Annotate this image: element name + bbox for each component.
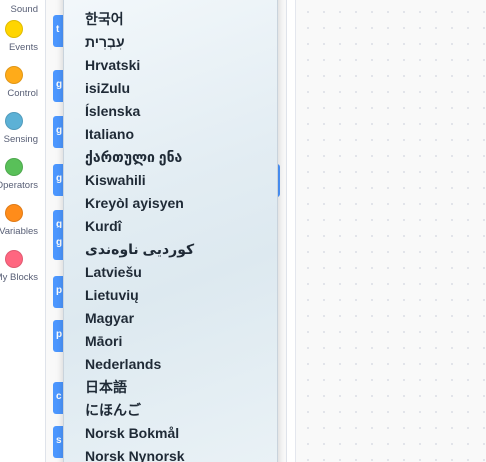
category-label: Variables	[0, 226, 38, 237]
language-option[interactable]: 日本語	[85, 376, 127, 398]
block-label: c	[56, 391, 62, 402]
category-operators[interactable]: Operators	[0, 158, 45, 204]
category-label: My Blocks	[0, 272, 38, 283]
language-option[interactable]: Kiswahili	[85, 169, 146, 191]
category-menu: Sound Events Control Sensing Operators V…	[0, 0, 46, 462]
scratch-editor: Sound Events Control Sensing Operators V…	[0, 0, 486, 462]
category-control[interactable]: Control	[0, 66, 45, 112]
block-label: p	[56, 329, 63, 340]
language-option[interactable]: Lietuvių	[85, 284, 139, 306]
block-label: g	[56, 125, 63, 136]
language-menu: 한국어 עִבְרִית Hrvatski isiZulu Íslenska I…	[63, 0, 278, 462]
category-my-blocks[interactable]: My Blocks	[0, 250, 45, 296]
language-option[interactable]: isiZulu	[85, 77, 130, 99]
variables-category-icon	[5, 204, 23, 222]
language-option[interactable]: Nederlands	[85, 353, 161, 375]
language-option[interactable]: Māori	[85, 330, 122, 352]
language-option[interactable]: עִבְרִית	[85, 31, 125, 53]
category-label: Sound	[10, 4, 38, 15]
sensing-category-icon	[5, 112, 23, 130]
language-option[interactable]: にほんご	[85, 399, 141, 421]
language-option[interactable]: Norsk Nynorsk	[85, 445, 185, 462]
operators-category-icon	[5, 158, 23, 176]
category-label: Sensing	[3, 134, 38, 145]
language-option[interactable]: Magyar	[85, 307, 134, 329]
language-option[interactable]: Kreyòl ayisyen	[85, 192, 184, 214]
language-option[interactable]: Kurdî	[85, 215, 122, 237]
block-label: s	[56, 435, 62, 446]
language-option[interactable]: Italiano	[85, 123, 134, 145]
language-option[interactable]: 한국어	[85, 8, 124, 30]
block-label: g	[56, 79, 63, 90]
language-option[interactable]: Norsk Bokmål	[85, 422, 179, 444]
language-option[interactable]: کوردیی ناوەندی	[85, 238, 194, 260]
language-option[interactable]: Latviešu	[85, 261, 142, 283]
block-label: g	[56, 173, 63, 184]
block-label: g	[56, 237, 63, 248]
block-label: p	[56, 285, 63, 296]
control-category-icon	[5, 66, 23, 84]
scripts-area[interactable]	[295, 0, 486, 462]
category-events[interactable]: Events	[0, 20, 45, 66]
category-sensing[interactable]: Sensing	[0, 112, 45, 158]
language-option[interactable]: ქართული ენა	[85, 146, 182, 168]
category-label: Operators	[0, 180, 38, 191]
category-label: Events	[8, 42, 38, 53]
block-label: t	[56, 24, 60, 35]
my-blocks-category-icon	[5, 250, 23, 268]
category-label: Control	[7, 88, 38, 99]
language-option[interactable]: Íslenska	[85, 100, 140, 122]
category-variables[interactable]: Variables	[0, 204, 45, 250]
events-category-icon	[5, 20, 23, 38]
language-option[interactable]: Hrvatski	[85, 54, 140, 76]
